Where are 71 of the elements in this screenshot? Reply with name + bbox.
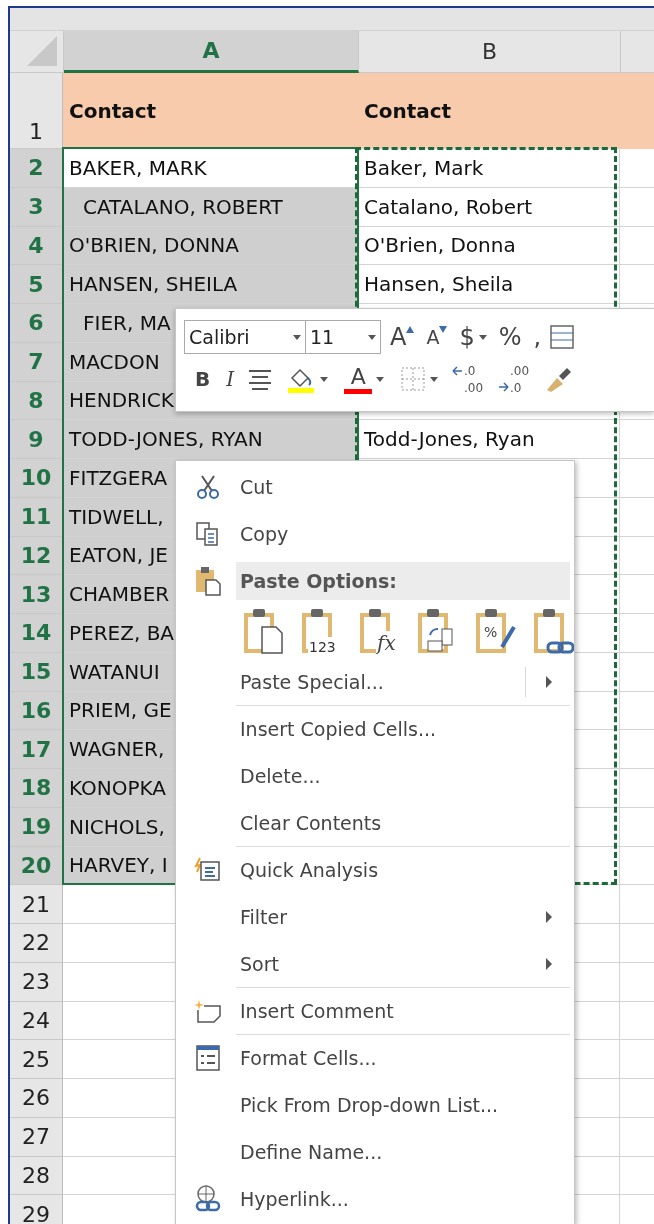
row-number[interactable]: 23 bbox=[10, 962, 63, 1002]
table-cell: Contact bbox=[358, 73, 620, 149]
row-number[interactable]: 2 bbox=[10, 149, 63, 188]
row-number[interactable]: 4 bbox=[10, 226, 63, 266]
table-cell: CATALANO, ROBERT bbox=[63, 187, 358, 227]
row-number[interactable]: 18 bbox=[10, 769, 63, 808]
table-cell: HANSEN, SHEILA bbox=[63, 265, 358, 304]
row-number[interactable]: 26 bbox=[10, 1079, 63, 1118]
menu-item[interactable]: Pick From Drop-down List... bbox=[236, 1086, 570, 1124]
percent-button[interactable]: % bbox=[495, 320, 525, 354]
format-cells-icon bbox=[195, 1044, 221, 1072]
comma-button[interactable]: , bbox=[530, 320, 545, 354]
table-cell: O'BRIEN, DONNA bbox=[63, 226, 358, 266]
row-number[interactable]: 17 bbox=[10, 730, 63, 769]
menu-item[interactable]: Define Name... bbox=[236, 1133, 570, 1171]
shrink-font-button[interactable]: A bbox=[423, 320, 451, 354]
row-number[interactable]: 16 bbox=[10, 691, 63, 731]
row-number[interactable]: 25 bbox=[10, 1040, 63, 1079]
table-cell: Baker, Mark bbox=[358, 149, 620, 188]
borders-icon bbox=[400, 366, 427, 392]
column-header[interactable]: A bbox=[64, 31, 359, 73]
quick-analysis-icon bbox=[194, 856, 222, 884]
table-icon[interactable] bbox=[550, 324, 575, 350]
up-triangle-icon bbox=[406, 326, 415, 333]
table-cell: Contact bbox=[63, 73, 358, 149]
row-number[interactable]: 5 bbox=[10, 265, 63, 304]
globe-link-icon bbox=[193, 1184, 223, 1214]
row-number[interactable]: 28 bbox=[10, 1156, 63, 1196]
row-number[interactable]: 11 bbox=[10, 497, 63, 537]
currency-button[interactable]: $ bbox=[456, 320, 490, 354]
table-cell: O'Brien, Donna bbox=[358, 226, 620, 266]
row-number[interactable]: 6 bbox=[10, 304, 63, 343]
menu-item[interactable]: Insert Comment bbox=[236, 992, 570, 1030]
table-cell: TODD-JONES, RYAN bbox=[63, 420, 358, 459]
row-number[interactable]: 21 bbox=[10, 885, 63, 924]
paste-option-button[interactable] bbox=[242, 607, 286, 655]
row-number[interactable]: 9 bbox=[10, 420, 63, 459]
row-number[interactable]: 19 bbox=[10, 807, 63, 847]
row-number[interactable]: 15 bbox=[10, 652, 63, 692]
menu-item[interactable]: Hyperlink... bbox=[236, 1180, 570, 1218]
row-number[interactable]: 1 bbox=[10, 73, 63, 149]
scissors-icon bbox=[194, 473, 222, 501]
caret-icon bbox=[368, 334, 376, 340]
row-number[interactable]: 14 bbox=[10, 614, 63, 653]
row-number[interactable]: 22 bbox=[10, 924, 63, 963]
table-cell: Catalano, Robert bbox=[358, 187, 620, 227]
row-number[interactable]: 24 bbox=[10, 1001, 63, 1041]
menu-item[interactable]: Filter bbox=[236, 898, 570, 936]
font-name-field[interactable]: Calibri bbox=[184, 320, 306, 354]
align-center-icon[interactable] bbox=[247, 368, 274, 390]
menu-section-header: Paste Options: bbox=[236, 562, 570, 600]
row-number[interactable]: 27 bbox=[10, 1117, 63, 1157]
paste-option-button[interactable] bbox=[532, 607, 574, 655]
row-number[interactable]: 10 bbox=[10, 459, 63, 498]
row-number[interactable]: 12 bbox=[10, 536, 63, 576]
grow-font-button[interactable]: A bbox=[387, 320, 418, 354]
menu-item[interactable]: Format Cells... bbox=[236, 1039, 570, 1077]
clipboard-icon bbox=[194, 566, 222, 596]
row-number[interactable]: 29 bbox=[10, 1195, 63, 1224]
table-cell: Hansen, Sheila bbox=[358, 265, 620, 304]
menu-item[interactable]: Sort bbox=[236, 945, 570, 983]
row-number[interactable]: 8 bbox=[10, 381, 63, 421]
row-number[interactable]: 3 bbox=[10, 187, 63, 227]
row-number[interactable]: 7 bbox=[10, 342, 63, 382]
row-number[interactable]: 20 bbox=[10, 846, 63, 886]
table-cell: Todd-Jones, Ryan bbox=[358, 420, 620, 459]
column-header[interactable]: B bbox=[359, 31, 621, 73]
row-number[interactable]: 13 bbox=[10, 575, 63, 614]
copy-icon bbox=[195, 521, 221, 547]
font-size-field[interactable]: 11 bbox=[305, 320, 381, 354]
down-triangle-icon bbox=[439, 326, 448, 333]
